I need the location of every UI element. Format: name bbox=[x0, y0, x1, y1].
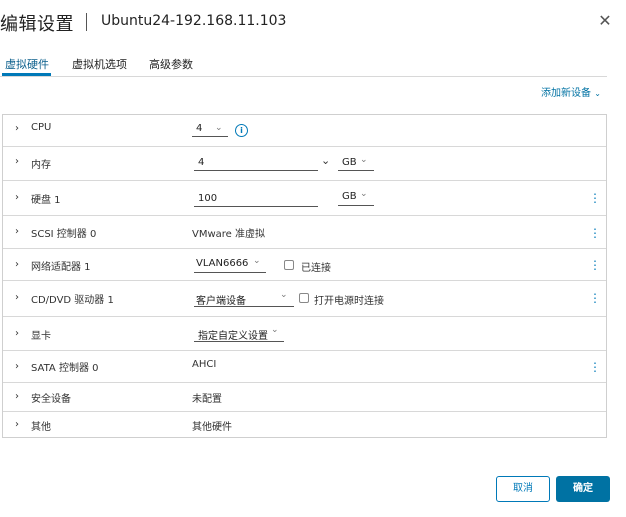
connected-checkbox[interactable] bbox=[284, 260, 294, 270]
close-icon[interactable]: ✕ bbox=[596, 12, 614, 30]
security-value: 未配置 bbox=[192, 394, 222, 405]
sata-label: SATA 控制器 0 bbox=[31, 363, 99, 374]
memory-label: 内存 bbox=[31, 160, 51, 171]
tab-vm-options[interactable]: 虚拟机选项 bbox=[72, 56, 127, 72]
chevron-down-icon: ⌄ bbox=[253, 256, 261, 266]
vm-name: Ubuntu24-192.168.11.103 bbox=[101, 13, 287, 29]
network-value: VLAN6666 bbox=[196, 258, 249, 269]
disk-size-input[interactable]: 100 bbox=[194, 189, 318, 207]
row-network-adapter: › 网络适配器 1 VLAN6666 ⌄ 已连接 ⋮ bbox=[3, 249, 606, 281]
add-new-device-button[interactable]: 添加新设备 ⌄ bbox=[541, 84, 601, 99]
video-label: 显卡 bbox=[31, 331, 51, 342]
video-value: 指定自定义设置 bbox=[198, 331, 268, 342]
chevron-right-icon[interactable]: › bbox=[15, 419, 19, 430]
chevron-right-icon[interactable]: › bbox=[15, 391, 19, 402]
chevron-down-icon: ⌄ bbox=[271, 325, 279, 335]
memory-input[interactable]: 4 bbox=[194, 154, 318, 171]
connect-at-power-on-checkbox[interactable] bbox=[299, 293, 309, 303]
chevron-right-icon[interactable]: › bbox=[15, 123, 19, 134]
row-other: › 其他 其他硬件 bbox=[3, 412, 606, 437]
network-select[interactable]: VLAN6666 ⌄ bbox=[194, 256, 266, 273]
tabs-divider bbox=[0, 76, 607, 77]
row-video-card: › 显卡 指定自定义设置 ⌄ bbox=[3, 317, 606, 351]
memory-unit: GB bbox=[342, 157, 357, 168]
more-options-icon[interactable]: ⋮ bbox=[589, 192, 601, 204]
ok-button[interactable]: 确定 bbox=[556, 476, 610, 502]
tab-advanced-params[interactable]: 高级参数 bbox=[149, 56, 193, 72]
network-label: 网络适配器 1 bbox=[31, 262, 91, 273]
more-options-icon[interactable]: ⋮ bbox=[589, 227, 601, 239]
video-select[interactable]: 指定自定义设置 ⌄ bbox=[194, 323, 284, 342]
chevron-down-icon: ⌄ bbox=[594, 89, 601, 98]
add-device-label: 添加新设备 bbox=[541, 88, 591, 99]
disk-value: 100 bbox=[198, 193, 218, 204]
row-disk: › 硬盘 1 100 GB ⌄ ⋮ bbox=[3, 181, 606, 216]
more-options-icon[interactable]: ⋮ bbox=[589, 292, 601, 304]
row-cpu: › CPU 4 ⌄ i bbox=[3, 115, 606, 147]
connect-at-power-on-label: 打开电源时连接 bbox=[314, 296, 384, 307]
row-cd-dvd-drive: › CD/DVD 驱动器 1 客户端设备 ⌄ 打开电源时连接 ⋮ bbox=[3, 281, 606, 317]
cancel-button[interactable]: 取消 bbox=[496, 476, 550, 502]
row-scsi-controller: › SCSI 控制器 0 VMware 准虚拟 ⋮ bbox=[3, 216, 606, 249]
chevron-right-icon[interactable]: › bbox=[15, 259, 19, 270]
info-icon[interactable]: i bbox=[235, 124, 248, 137]
chevron-down-icon: ⌄ bbox=[360, 155, 368, 165]
disk-unit-select[interactable]: GB ⌄ bbox=[338, 189, 374, 206]
tab-virtual-hardware[interactable]: 虚拟硬件 bbox=[5, 56, 49, 72]
chevron-down-icon: ⌄ bbox=[215, 123, 223, 133]
hardware-table: › CPU 4 ⌄ i › 内存 4 ⌄ GB ⌄ › 硬盘 1 100 GB … bbox=[2, 114, 607, 438]
other-value: 其他硬件 bbox=[192, 422, 232, 433]
chevron-right-icon[interactable]: › bbox=[15, 292, 19, 303]
chevron-down-icon[interactable]: ⌄ bbox=[321, 154, 330, 167]
chevron-right-icon[interactable]: › bbox=[15, 156, 19, 167]
scsi-value: VMware 准虚拟 bbox=[192, 229, 265, 240]
chevron-down-icon: ⌄ bbox=[280, 290, 288, 300]
more-options-icon[interactable]: ⋮ bbox=[589, 361, 601, 373]
chevron-right-icon[interactable]: › bbox=[15, 192, 19, 203]
chevron-right-icon[interactable]: › bbox=[15, 328, 19, 339]
cdrom-value: 客户端设备 bbox=[196, 296, 246, 307]
title-separator bbox=[86, 13, 87, 31]
security-label: 安全设备 bbox=[31, 394, 71, 405]
other-label: 其他 bbox=[31, 422, 51, 433]
cdrom-label: CD/DVD 驱动器 1 bbox=[31, 295, 114, 306]
cpu-label: CPU bbox=[31, 122, 52, 133]
memory-unit-select[interactable]: GB ⌄ bbox=[338, 155, 374, 171]
row-security-devices: › 安全设备 未配置 bbox=[3, 383, 606, 412]
cdrom-select[interactable]: 客户端设备 ⌄ bbox=[194, 289, 294, 307]
connected-label: 已连接 bbox=[301, 263, 331, 274]
row-sata-controller: › SATA 控制器 0 AHCI ⋮ bbox=[3, 351, 606, 383]
chevron-down-icon: ⌄ bbox=[360, 189, 368, 199]
cpu-value: 4 bbox=[196, 123, 203, 134]
memory-value: 4 bbox=[198, 157, 205, 168]
dialog-title: 编辑设置 bbox=[0, 14, 74, 35]
sata-value: AHCI bbox=[192, 359, 217, 370]
disk-unit: GB bbox=[342, 191, 357, 202]
scsi-label: SCSI 控制器 0 bbox=[31, 229, 97, 240]
cpu-select[interactable]: 4 ⌄ bbox=[192, 123, 228, 137]
more-options-icon[interactable]: ⋮ bbox=[589, 259, 601, 271]
chevron-right-icon[interactable]: › bbox=[15, 226, 19, 237]
row-memory: › 内存 4 ⌄ GB ⌄ bbox=[3, 147, 606, 181]
chevron-right-icon[interactable]: › bbox=[15, 361, 19, 372]
disk-label: 硬盘 1 bbox=[31, 195, 61, 206]
